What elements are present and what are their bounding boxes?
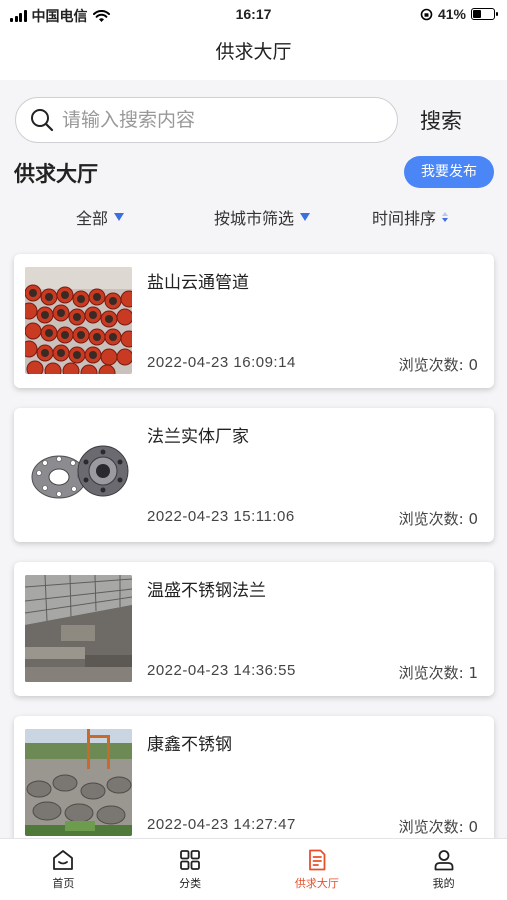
listing-date: 2022-04-23 15:11:06 (147, 508, 295, 525)
section-title: 供求大厅 (14, 162, 98, 186)
battery-icon (471, 8, 498, 20)
filter-city[interactable]: 按城市筛选 (214, 205, 311, 229)
tab-home[interactable]: 首页 (0, 839, 127, 900)
listing-card[interactable]: 康鑫不锈钢 2022-04-23 14:27:47 浏览次数: 0 (14, 716, 494, 850)
listing-title: 温盛不锈钢法兰 (147, 581, 266, 601)
battery-level (473, 10, 482, 18)
listing-title: 法兰实体厂家 (147, 427, 249, 447)
status-bar: 中国电信 16:17 41% (0, 0, 507, 28)
listing-date: 2022-04-23 16:09:14 (147, 354, 296, 371)
listing-views: 浏览次数: 0 (398, 818, 478, 836)
sort-label: 时间排序 (372, 209, 437, 228)
listing-card[interactable]: 温盛不锈钢法兰 2022-04-23 14:36:55 浏览次数: 1 (14, 562, 494, 696)
home-icon (53, 850, 74, 870)
sort-icon (442, 212, 449, 222)
orientation-lock-icon (420, 8, 433, 20)
listing-thumbnail (25, 575, 132, 682)
filter-city-label: 按城市筛选 (214, 209, 295, 228)
listing-title: 盐山云通管道 (147, 273, 249, 293)
search-button[interactable]: 搜索 (420, 105, 462, 135)
listing-card[interactable]: 盐山云通管道 2022-04-23 16:09:14 浏览次数: 0 (14, 254, 494, 388)
listing-views: 浏览次数: 0 (398, 510, 478, 528)
caret-down-icon (114, 213, 125, 221)
tab-supply-demand-label: 供求大厅 (294, 877, 339, 890)
search-box[interactable] (15, 97, 398, 143)
factory-warehouse-image (25, 575, 132, 682)
listing-title: 康鑫不锈钢 (147, 735, 232, 755)
tab-category[interactable]: 分类 (127, 839, 254, 900)
listing-thumbnail (25, 421, 132, 528)
tab-mine[interactable]: 我的 (380, 839, 507, 900)
sort-by-time[interactable]: 时间排序 (372, 205, 449, 229)
listing-card[interactable]: 法兰实体厂家 2022-04-23 15:11:06 浏览次数: 0 (14, 408, 494, 542)
listing-views: 浏览次数: 1 (398, 664, 478, 682)
red-steel-pipes-image (25, 267, 132, 374)
status-right: 41% (420, 6, 498, 22)
bottom-tab-bar: 首页 分类 供求大厅 我的 (0, 838, 507, 900)
listing-thumbnail (25, 267, 132, 374)
filter-all[interactable]: 全部 (76, 205, 125, 229)
search-icon (31, 109, 54, 132)
tab-supply-demand[interactable]: 供求大厅 (254, 839, 381, 900)
battery-percent: 41% (437, 6, 466, 22)
page-title: 供求大厅 (0, 28, 507, 80)
publish-button[interactable]: 我要发布 (404, 156, 494, 188)
steel-flanges-image (25, 421, 132, 528)
grid-icon (180, 850, 201, 870)
pipe-yard-image (25, 729, 132, 836)
tab-mine-label: 我的 (432, 877, 455, 890)
listing-views: 浏览次数: 0 (398, 356, 478, 374)
listing-date: 2022-04-23 14:36:55 (147, 662, 296, 679)
user-icon (434, 850, 454, 871)
document-icon (308, 849, 326, 871)
listing-thumbnail (25, 729, 132, 836)
search-input[interactable] (62, 109, 362, 131)
caret-down-icon (300, 213, 311, 221)
listing-date: 2022-04-23 14:27:47 (147, 816, 296, 833)
filter-all-label: 全部 (76, 209, 109, 228)
tab-category-label: 分类 (179, 877, 202, 890)
tab-home-label: 首页 (52, 877, 75, 890)
